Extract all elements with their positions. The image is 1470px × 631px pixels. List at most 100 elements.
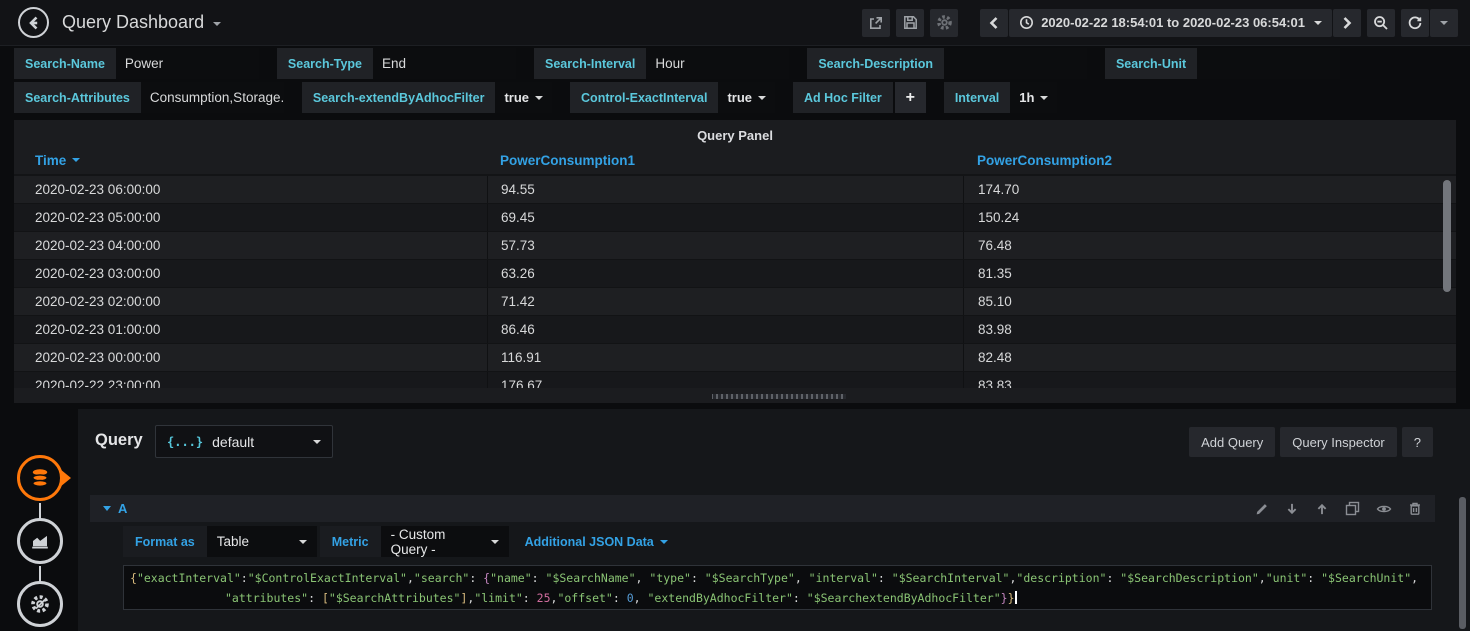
table-cell: 174.70 [963,176,1456,203]
tab-general-settings[interactable] [17,581,63,627]
variable-search-name: Search-NamePower [14,48,259,79]
table-cell: 2020-02-23 05:00:00 [14,210,487,225]
table-cell: 2020-02-23 01:00:00 [14,322,487,337]
variable-value-search-extendbyadhocfilter[interactable]: true [495,82,552,113]
metric-select[interactable]: - Custom Query - [381,526,509,557]
variable-value-search-attributes[interactable]: Consumption,Storage... [141,82,284,113]
duplicate-icon[interactable] [1345,501,1360,516]
query-ref-label[interactable]: A [118,501,127,516]
variable-label: Search-extendByAdhocFilter [302,82,496,113]
table-cell: 69.45 [487,204,963,231]
code-line-2: "attributes": ["$SearchAttributes"],"lim… [130,588,1425,608]
metric-label: Metric [320,526,381,557]
table-row: 2020-02-23 02:00:0071.4285.10 [14,288,1456,316]
tab-queries[interactable] [17,455,63,501]
add-adhoc-filter-button[interactable]: + [895,82,926,113]
variable-label: Search-Description [807,48,944,79]
add-query-button[interactable]: Add Query [1189,427,1275,457]
chevron-down-icon [313,440,321,444]
panel-editor-tabs-rail [0,409,78,631]
column-header-powerconsumption1[interactable]: PowerConsumption1 [487,153,963,168]
table-cell: 76.48 [963,232,1456,259]
panel-title[interactable]: Query Panel [14,120,1456,146]
table-row: 2020-02-23 01:00:0086.4683.98 [14,316,1456,344]
database-icon [28,466,52,490]
gear-icon [936,14,953,31]
time-shift-back-button[interactable] [980,9,1008,37]
braces-icon: {...} [167,435,203,449]
collapse-caret-icon[interactable] [103,506,111,511]
chevron-left-icon [988,16,1000,30]
variable-label: Search-Type [277,48,373,79]
save-button[interactable] [896,9,924,37]
refresh-button[interactable] [1401,9,1429,37]
delete-trash-icon[interactable] [1408,501,1422,516]
toggle-visibility-eye-icon[interactable] [1376,502,1392,516]
datasource-selector[interactable]: {...} default [155,425,333,458]
table-row: 2020-02-22 23:00:00176.6783.83 [14,372,1456,388]
back-button[interactable] [18,7,49,38]
chevron-down-icon [299,540,307,544]
query-inspector-button[interactable]: Query Inspector [1280,427,1397,457]
move-down-icon[interactable] [1285,502,1299,516]
tab-visualization[interactable] [17,518,63,564]
table-cell: 94.55 [487,176,963,203]
variable-value-search-description[interactable] [944,48,1087,79]
chart-icon [29,530,51,552]
chevron-down-icon [491,540,499,544]
time-range-picker[interactable]: 2020-02-22 18:54:01 to 2020-02-23 06:54:… [1009,9,1332,37]
variable-search-type: Search-TypeEnd [277,48,516,79]
chevron-down-icon [660,540,668,544]
variable-interval: Interval1h [944,82,1058,113]
refresh-interval-dropdown[interactable] [1430,9,1458,37]
table-cell: 71.42 [487,288,963,315]
selected-value: true [727,90,752,105]
variable-value-search-type[interactable]: End [373,48,516,79]
dashboard-title[interactable]: Query Dashboard [62,12,221,33]
move-up-icon[interactable] [1315,502,1329,516]
query-panel: Query Panel Time PowerConsumption1 Power… [14,120,1456,403]
variable-value-interval[interactable]: 1h [1010,82,1057,113]
chevron-down-icon [213,22,221,26]
format-as-select[interactable]: Table [207,526,317,557]
zoom-out-button[interactable] [1367,9,1395,37]
sort-desc-icon [72,158,80,162]
variable-label: Search-Attributes [14,82,141,113]
table-header-row: Time PowerConsumption1 PowerConsumption2 [14,146,1456,176]
table-cell: 81.35 [963,260,1456,287]
custom-query-code-editor[interactable]: {"exactInterval":"$ControlExactInterval"… [123,565,1432,610]
table-cell: 2020-02-23 02:00:00 [14,294,487,309]
variables-row-2: Search-AttributesConsumption,Storage... S… [14,82,1456,113]
table-cell: 83.83 [963,372,1456,388]
variable-label: Search-Interval [534,48,646,79]
selected-value: 1h [1019,90,1034,105]
edit-pencil-icon[interactable] [1255,502,1269,516]
column-header-time[interactable]: Time [14,153,487,168]
table-vertical-scrollbar[interactable] [1443,180,1451,292]
table-cell: 86.46 [487,316,963,343]
variable-search-description: Search-Description [807,48,1087,79]
time-controls: 2020-02-22 18:54:01 to 2020-02-23 06:54:… [980,9,1361,37]
variable-value-search-interval[interactable]: Hour [646,48,789,79]
variable-label: Ad Hoc Filter [793,82,893,113]
query-row-a: A [90,495,1435,610]
panel-editor: Query {...} default Add Query Query Insp… [0,409,1470,631]
datasource-name: default [212,434,254,450]
table-cell: 176.67 [487,372,963,388]
time-shift-forward-button[interactable] [1333,9,1361,37]
table-cell: 150.24 [963,204,1456,231]
help-button[interactable]: ? [1402,427,1433,457]
share-button[interactable] [862,9,890,37]
table-cell: 116.91 [487,344,963,371]
editor-section-title: Query [95,431,143,450]
variable-value-control-exactinterval[interactable]: true [718,82,775,113]
column-header-powerconsumption2[interactable]: PowerConsumption2 [963,153,1456,168]
table-cell: 2020-02-23 00:00:00 [14,350,487,365]
table-row: 2020-02-23 05:00:0069.45150.24 [14,204,1456,232]
dashboard-settings-button[interactable] [930,9,958,37]
variable-value-search-unit[interactable] [1197,48,1340,79]
additional-json-data-toggle[interactable]: Additional JSON Data [525,526,668,557]
variable-value-search-name[interactable]: Power [116,48,259,79]
table-horizontal-scroll-handle[interactable] [706,392,852,401]
editor-vertical-scrollbar[interactable] [1459,497,1466,629]
